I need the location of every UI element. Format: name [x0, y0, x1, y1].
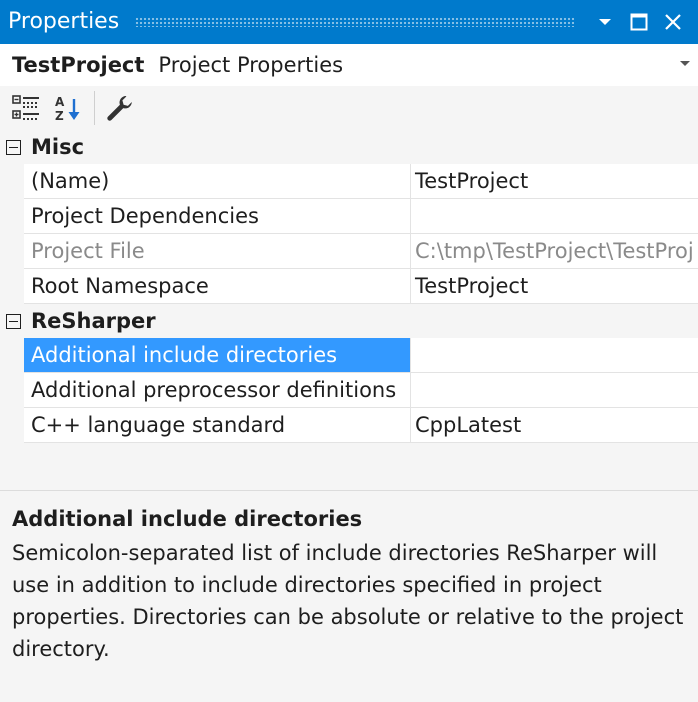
object-selector[interactable]: TestProject Project Properties — [0, 44, 698, 86]
object-name: TestProject — [12, 53, 145, 77]
description-body: Semicolon-separated list of include dire… — [12, 541, 684, 661]
category-label: ReSharper — [31, 309, 156, 333]
property-value[interactable]: CppLatest — [411, 408, 698, 442]
property-name: Additional preprocessor definitions — [24, 373, 411, 407]
alphabetical-button[interactable]: A Z — [50, 91, 86, 125]
chevron-down-icon — [599, 19, 611, 25]
category-misc[interactable]: Misc — [0, 130, 698, 164]
description-title: Additional include directories — [12, 507, 363, 531]
collapse-icon[interactable] — [6, 313, 21, 329]
close-button[interactable] — [656, 5, 690, 39]
property-row-root-namespace[interactable]: Root Namespace TestProject — [24, 269, 698, 304]
title-bar[interactable]: Properties — [0, 0, 698, 44]
object-type: Project Properties — [158, 53, 344, 77]
window-position-dropdown-button[interactable] — [588, 5, 622, 39]
property-row-project-dependencies[interactable]: Project Dependencies — [24, 199, 698, 234]
close-icon — [665, 14, 681, 30]
grid-empty-area — [0, 443, 698, 491]
property-value[interactable]: C:\tmp\TestProject\TestProj — [411, 234, 698, 268]
wrench-icon — [107, 96, 132, 121]
categorized-icon — [12, 95, 39, 120]
collapse-icon[interactable] — [6, 139, 21, 155]
category-label: Misc — [31, 135, 85, 159]
categorized-button[interactable] — [8, 91, 44, 125]
svg-text:A: A — [55, 95, 65, 109]
property-name: Additional include directories — [24, 338, 411, 372]
property-value[interactable]: TestProject — [411, 269, 698, 303]
property-name: Project File — [24, 234, 411, 268]
property-value[interactable] — [411, 338, 698, 372]
property-row-additional-preprocessor-definitions[interactable]: Additional preprocessor definitions — [24, 373, 698, 408]
property-value[interactable] — [411, 373, 698, 407]
property-pages-button[interactable] — [101, 91, 137, 125]
chevron-down-icon[interactable] — [678, 58, 692, 68]
property-name: Root Namespace — [24, 269, 411, 303]
maximize-icon — [630, 13, 648, 31]
property-row-name[interactable]: (Name) TestProject — [24, 164, 698, 199]
property-grid: Misc (Name) TestProject Project Dependen… — [0, 130, 698, 491]
window-title: Properties — [8, 9, 120, 34]
description-panel: Additional include directories Semicolon… — [0, 491, 698, 665]
property-name: Project Dependencies — [24, 199, 411, 233]
properties-window: Properties TestProject Project Propertie… — [0, 0, 698, 702]
property-row-additional-include-directories[interactable]: Additional include directories — [24, 338, 698, 373]
maximize-button[interactable] — [622, 5, 656, 39]
drag-grip[interactable] — [135, 17, 574, 27]
category-resharper[interactable]: ReSharper — [0, 304, 698, 338]
property-value[interactable]: TestProject — [411, 164, 698, 198]
property-row-cpp-language-standard[interactable]: C++ language standard CppLatest — [24, 408, 698, 443]
properties-toolbar: A Z — [0, 86, 698, 130]
alphabetical-icon: A Z — [55, 95, 80, 123]
property-name: C++ language standard — [24, 408, 411, 442]
property-row-project-file[interactable]: Project File C:\tmp\TestProject\TestProj — [24, 234, 698, 269]
property-name: (Name) — [24, 164, 411, 198]
svg-text:Z: Z — [55, 109, 64, 123]
property-value[interactable] — [411, 199, 698, 233]
toolbar-separator — [94, 91, 95, 125]
